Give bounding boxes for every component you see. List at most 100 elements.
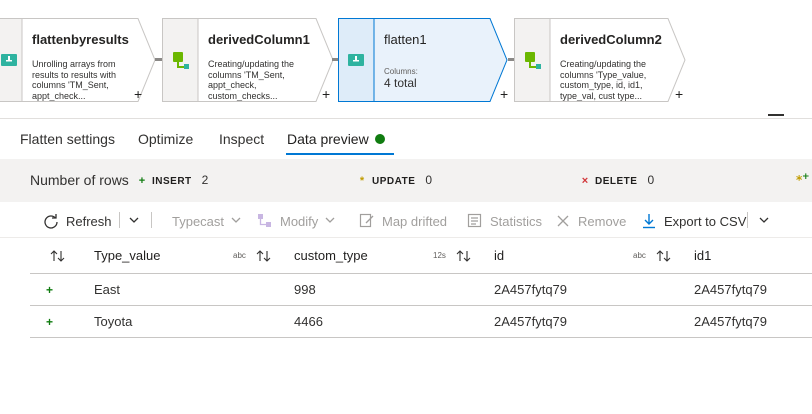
toolbar-divider [747, 212, 748, 228]
data-preview-table: Type_value abc custom_type 12s id abc id… [30, 238, 812, 338]
toolbar-divider [151, 212, 152, 228]
insert-icon: + [138, 175, 146, 187]
number-type-icon: 12s [433, 251, 446, 260]
derived-column-icon [514, 18, 550, 102]
typecast-label: Typecast [172, 213, 225, 229]
column-header-custom-type[interactable]: custom_type [294, 238, 368, 273]
toolbar-divider [119, 212, 120, 228]
statistics-label: Statistics [490, 213, 543, 229]
row-count-label: Number of rows [30, 172, 129, 188]
export-csv-label: Export to CSV [664, 213, 747, 229]
insert-row-icon: + [46, 282, 54, 297]
refresh-label: Refresh [66, 213, 112, 229]
pipeline-node-flattenbyresults[interactable]: flattenbyresults Unrolling arrays from r… [0, 18, 158, 102]
node-description: Creating/updating the columns 'Type_valu… [560, 59, 647, 101]
table-cell: 4466 [294, 314, 323, 329]
table-cell: 998 [294, 282, 316, 297]
node-columns-value: 4 total [384, 76, 417, 90]
modify-button[interactable]: Modify [256, 211, 336, 231]
table-row[interactable]: + East 998 2A457fytq79 2A457fytq79 [30, 274, 812, 306]
sort-icon[interactable] [656, 238, 672, 273]
delete-label: DELETE [595, 176, 638, 187]
typecast-button[interactable]: Typecast [172, 211, 242, 231]
chevron-down-icon [324, 214, 336, 229]
row-count-summary: Number of rows + INSERT 2 * UPDATE 0 × DELETE… [0, 159, 812, 202]
delete-value: 0 [647, 173, 655, 187]
node-title: flatten1 [384, 32, 427, 47]
sort-icon[interactable] [256, 238, 272, 273]
node-title: derivedColumn2 [560, 32, 662, 47]
table-row[interactable]: + Toyota 4466 2A457fytq79 2A457fytq79 [30, 306, 812, 338]
download-icon [640, 212, 658, 230]
table-cell: 2A457fytq79 [494, 314, 568, 329]
update-count: * UPDATE 0 [356, 173, 432, 187]
tab-flatten-settings[interactable]: Flatten settings [20, 131, 115, 147]
add-transform-button[interactable]: + [500, 86, 508, 102]
update-icon: * [359, 175, 365, 187]
preview-toolbar: Refresh Typecast Modify Map drifted Stat… [0, 203, 812, 238]
refresh-options-button[interactable] [128, 211, 140, 231]
export-options-button[interactable] [758, 211, 770, 231]
node-columns-label: Columns: [384, 67, 418, 76]
insert-value: 2 [201, 173, 209, 187]
update-value: 0 [425, 173, 433, 187]
table-cell: Toyota [94, 314, 133, 329]
status-dot-icon [374, 134, 385, 145]
pipeline-node-derivedcolumn1[interactable]: derivedColumn1 Creating/updating the col… [162, 18, 337, 102]
modify-icon [256, 212, 274, 230]
column-header-type-value[interactable]: Type_value [94, 238, 161, 273]
insert-row-icon: + [46, 314, 54, 329]
statistics-icon [466, 212, 484, 230]
sort-icon[interactable] [50, 238, 66, 273]
tab-optimize[interactable]: Optimize [138, 131, 193, 147]
refresh-icon [42, 212, 60, 230]
table-cell: 2A457fytq79 [494, 282, 568, 297]
node-title: flattenbyresults [32, 32, 129, 47]
tab-inspect[interactable]: Inspect [219, 131, 264, 147]
close-icon [554, 212, 572, 230]
string-type-icon: abc [233, 251, 246, 260]
add-transform-button[interactable]: + [134, 86, 142, 102]
pipeline-canvas: flattenbyresults Unrolling arrays from r… [0, 0, 812, 110]
add-transform-button[interactable]: + [675, 86, 683, 102]
flatten-icon [338, 18, 374, 102]
insert-count: + INSERT 2 [136, 173, 209, 187]
map-drifted-button[interactable]: Map drifted [358, 211, 447, 231]
chevron-down-icon [230, 214, 242, 229]
modify-label: Modify [280, 213, 319, 229]
string-type-icon: abc [633, 251, 646, 260]
column-header-id[interactable]: id [494, 238, 504, 273]
active-tab-indicator [286, 153, 394, 155]
chevron-down-icon [758, 214, 770, 229]
tab-data-preview-label: Data preview [287, 131, 369, 147]
map-drifted-icon [358, 212, 376, 230]
derived-column-icon [162, 18, 198, 102]
table-cell: 2A457fytq79 [694, 314, 768, 329]
export-csv-button[interactable]: Export to CSV [640, 211, 746, 231]
table-cell: 2A457fytq79 [694, 282, 768, 297]
tab-data-preview[interactable]: Data preview [287, 131, 385, 147]
add-transform-button[interactable]: + [322, 86, 330, 102]
node-description: Unrolling arrays from results to results… [32, 59, 117, 101]
remove-label: Remove [578, 213, 627, 229]
remove-button[interactable]: Remove [554, 211, 626, 231]
sort-icon[interactable] [456, 238, 472, 273]
statistics-button[interactable]: Statistics [466, 211, 542, 231]
update-label: UPDATE [372, 176, 416, 187]
map-drifted-label: Map drifted [382, 213, 448, 229]
table-header: Type_value abc custom_type 12s id abc id… [30, 238, 812, 274]
column-header-id1[interactable]: id1 [694, 238, 711, 273]
panel-resize-handle[interactable] [768, 114, 784, 116]
node-description: Creating/updating the columns 'TM_Sent, … [208, 59, 295, 101]
chevron-down-icon [128, 214, 140, 229]
flatten-icon [0, 18, 28, 102]
sparkle-icon[interactable]: * + [796, 172, 810, 189]
pipeline-node-derivedcolumn2[interactable]: derivedColumn2 Creating/updating the col… [514, 18, 694, 102]
delete-icon: × [581, 175, 589, 187]
delete-count: × DELETE 0 [579, 173, 654, 187]
refresh-button[interactable]: Refresh [42, 211, 112, 231]
insert-label: INSERT [152, 176, 192, 187]
svg-text:+: + [802, 172, 810, 182]
pipeline-node-flatten1[interactable]: flatten1 Columns: 4 total + [338, 18, 513, 102]
settings-tabs: Flatten settings Optimize Inspect Data p… [0, 118, 812, 158]
